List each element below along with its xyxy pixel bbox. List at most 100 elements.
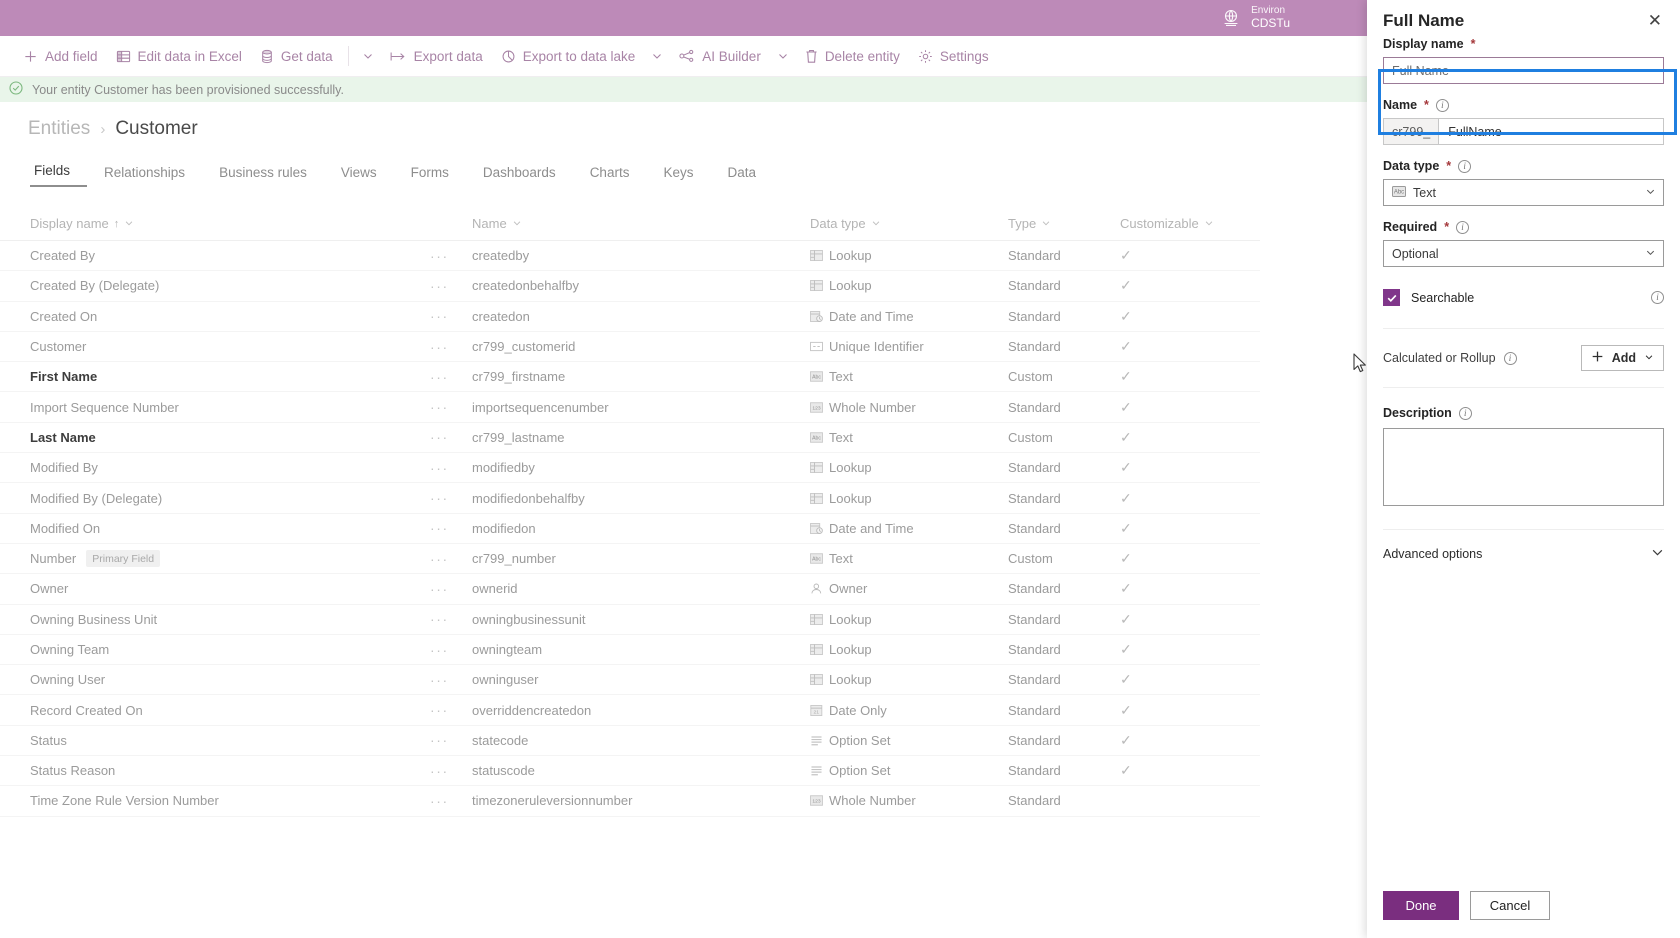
table-row[interactable]: Modified By (Delegate) ··· modifiedonbehal… <box>0 483 1260 514</box>
table-row[interactable]: Created By ··· createdby Lookup Standard ✓ <box>0 241 1260 272</box>
add-calculated-rollup-button[interactable]: Add <box>1580 345 1664 371</box>
tab-views[interactable]: Views <box>324 165 394 187</box>
cell-data-type: Lookup <box>810 491 1008 506</box>
cell-data-type: Date and Time <box>810 521 1008 536</box>
column-header-data-type[interactable]: Data type <box>810 216 1008 231</box>
required-dropdown[interactable]: Optional <box>1383 240 1664 267</box>
row-more-actions-icon[interactable]: ··· <box>430 429 449 445</box>
tab-data[interactable]: Data <box>710 165 773 187</box>
chevron-down-icon[interactable] <box>1041 216 1051 231</box>
display-name-input[interactable] <box>1383 57 1664 84</box>
row-more-actions-icon[interactable]: ··· <box>430 460 449 476</box>
row-more-actions-icon[interactable]: ··· <box>430 732 449 748</box>
export-to-data-lake-chevron-button[interactable] <box>644 41 670 71</box>
description-textarea[interactable] <box>1383 428 1664 506</box>
table-row[interactable]: Owning User ··· owninguser Lookup Standard ✓ <box>0 665 1260 696</box>
row-more-actions-icon[interactable]: ··· <box>430 490 449 506</box>
table-row[interactable]: Status ··· statecode Option Set Standard ✓ <box>0 726 1260 757</box>
table-row[interactable]: Time Zone Rule Version Number ··· timezone… <box>0 786 1260 817</box>
column-header-data-type-label: Data type <box>810 216 866 231</box>
row-more-actions-icon[interactable]: ··· <box>430 763 449 779</box>
row-more-actions-icon[interactable]: ··· <box>430 642 449 658</box>
row-more-actions-icon[interactable]: ··· <box>430 520 449 536</box>
row-more-actions-icon[interactable]: ··· <box>430 581 449 597</box>
row-more-actions-icon[interactable]: ··· <box>430 339 449 355</box>
checkmark-icon: ✓ <box>1120 762 1132 779</box>
chevron-down-icon[interactable] <box>871 216 881 231</box>
row-more-actions-icon[interactable]: ··· <box>430 399 449 415</box>
tab-forms[interactable]: Forms <box>394 165 466 187</box>
get-data-chevron-button[interactable] <box>355 41 381 71</box>
table-row[interactable]: First Name ··· cr799_firstname Abc Text Custo… <box>0 362 1260 393</box>
table-row[interactable]: Modified By ··· modifiedby Lookup Standard ✓ <box>0 453 1260 484</box>
tab-relationships[interactable]: Relationships <box>87 165 202 187</box>
table-row[interactable]: Modified On ··· modifiedon Date and Time Sta… <box>0 514 1260 544</box>
column-header-display-name[interactable]: Display name ↑ <box>30 216 472 231</box>
field-display-name: Record Created On <box>30 702 143 718</box>
tab-dashboards[interactable]: Dashboards <box>466 165 573 187</box>
name-input[interactable] <box>1438 118 1664 145</box>
add-field-button[interactable]: Add field <box>14 41 107 71</box>
delete-entity-button[interactable]: Delete entity <box>796 41 909 71</box>
get-data-label: Get data <box>280 48 333 64</box>
table-row[interactable]: Customer ··· cr799_customerid Unique Identi… <box>0 332 1260 363</box>
info-icon[interactable]: i <box>1456 220 1470 234</box>
table-row[interactable]: Owning Business Unit ··· owningbusinessuni… <box>0 605 1260 635</box>
info-icon[interactable]: i <box>1651 291 1664 304</box>
chevron-down-icon[interactable] <box>512 216 522 231</box>
done-button[interactable]: Done <box>1383 891 1459 920</box>
get-data-button[interactable]: Get data <box>251 41 342 71</box>
row-more-actions-icon[interactable]: ··· <box>430 278 449 294</box>
checkmark-icon: ✓ <box>1120 368 1132 385</box>
close-icon[interactable]: ✕ <box>1644 10 1666 31</box>
chevron-down-icon[interactable] <box>1204 216 1214 231</box>
table-row[interactable]: Number Primary Field ··· cr799_number Abc Tex… <box>0 544 1260 575</box>
settings-button[interactable]: Settings <box>909 41 998 71</box>
export-to-data-lake-button[interactable]: Export to data lake <box>492 41 645 71</box>
table-row[interactable]: Last Name ··· cr799_lastname Abc Text Custom ✓ <box>0 423 1260 454</box>
info-icon[interactable]: i <box>1503 351 1517 365</box>
cell-type: Standard <box>1008 308 1061 324</box>
column-header-type[interactable]: Type <box>1008 216 1120 231</box>
row-more-actions-icon[interactable]: ··· <box>430 551 449 567</box>
export-data-button[interactable]: Export data <box>381 41 492 71</box>
row-more-actions-icon[interactable]: ··· <box>430 369 449 385</box>
ai-builder-button[interactable]: AI Builder <box>670 41 770 71</box>
cell-data-type: Lookup <box>810 612 1008 627</box>
row-more-actions-icon[interactable]: ··· <box>430 248 449 264</box>
row-more-actions-icon[interactable]: ··· <box>430 702 449 718</box>
row-more-actions-icon[interactable]: ··· <box>430 672 449 688</box>
info-icon[interactable]: i <box>1458 406 1472 420</box>
cancel-button[interactable]: Cancel <box>1470 891 1550 920</box>
breadcrumb-entities-link[interactable]: Entities <box>28 118 90 140</box>
row-more-actions-icon[interactable]: ··· <box>430 308 449 324</box>
column-header-name[interactable]: Name <box>472 216 810 231</box>
row-more-actions-icon[interactable]: ··· <box>430 793 449 809</box>
table-row[interactable]: Owning Team ··· owningteam Lookup Standard ✓ <box>0 635 1260 666</box>
cell-data-type: Option Set <box>810 763 1008 778</box>
edit-data-in-excel-button[interactable]: Edit data in Excel <box>107 41 251 71</box>
searchable-checkbox[interactable] <box>1383 289 1400 306</box>
table-row[interactable]: Created On ··· createdon Date and Time Stand… <box>0 302 1260 332</box>
cell-name: statuscode <box>472 763 535 779</box>
column-header-customizable[interactable]: Customizable <box>1120 216 1260 231</box>
tab-keys[interactable]: Keys <box>646 165 710 187</box>
table-row[interactable]: Record Created On ··· overriddencreatedon 2… <box>0 695 1260 726</box>
data-type-dropdown[interactable]: Abc Text <box>1383 179 1664 206</box>
environment-indicator[interactable]: Environ CDSTu <box>1221 6 1290 29</box>
info-icon[interactable]: i <box>1458 159 1472 173</box>
table-row[interactable]: Created By (Delegate) ··· createdonbehalfb… <box>0 271 1260 302</box>
environment-label: Environ <box>1251 5 1285 17</box>
table-row[interactable]: Status Reason ··· statuscode Option Set Stan… <box>0 756 1260 787</box>
tab-charts[interactable]: Charts <box>573 165 647 187</box>
table-row[interactable]: Import Sequence Number ··· importsequencen… <box>0 392 1260 423</box>
ai-builder-chevron-button[interactable] <box>770 41 796 71</box>
chevron-down-icon[interactable] <box>124 216 134 231</box>
info-icon[interactable]: i <box>1435 98 1449 112</box>
data-type-text: Text <box>829 429 853 445</box>
advanced-options-toggle[interactable]: Advanced options <box>1383 529 1664 562</box>
row-more-actions-icon[interactable]: ··· <box>430 611 449 627</box>
tab-fields[interactable]: Fields <box>30 163 88 187</box>
tab-business-rules[interactable]: Business rules <box>202 165 324 187</box>
table-row[interactable]: Owner ··· ownerid Owner Standard ✓ <box>0 574 1260 605</box>
